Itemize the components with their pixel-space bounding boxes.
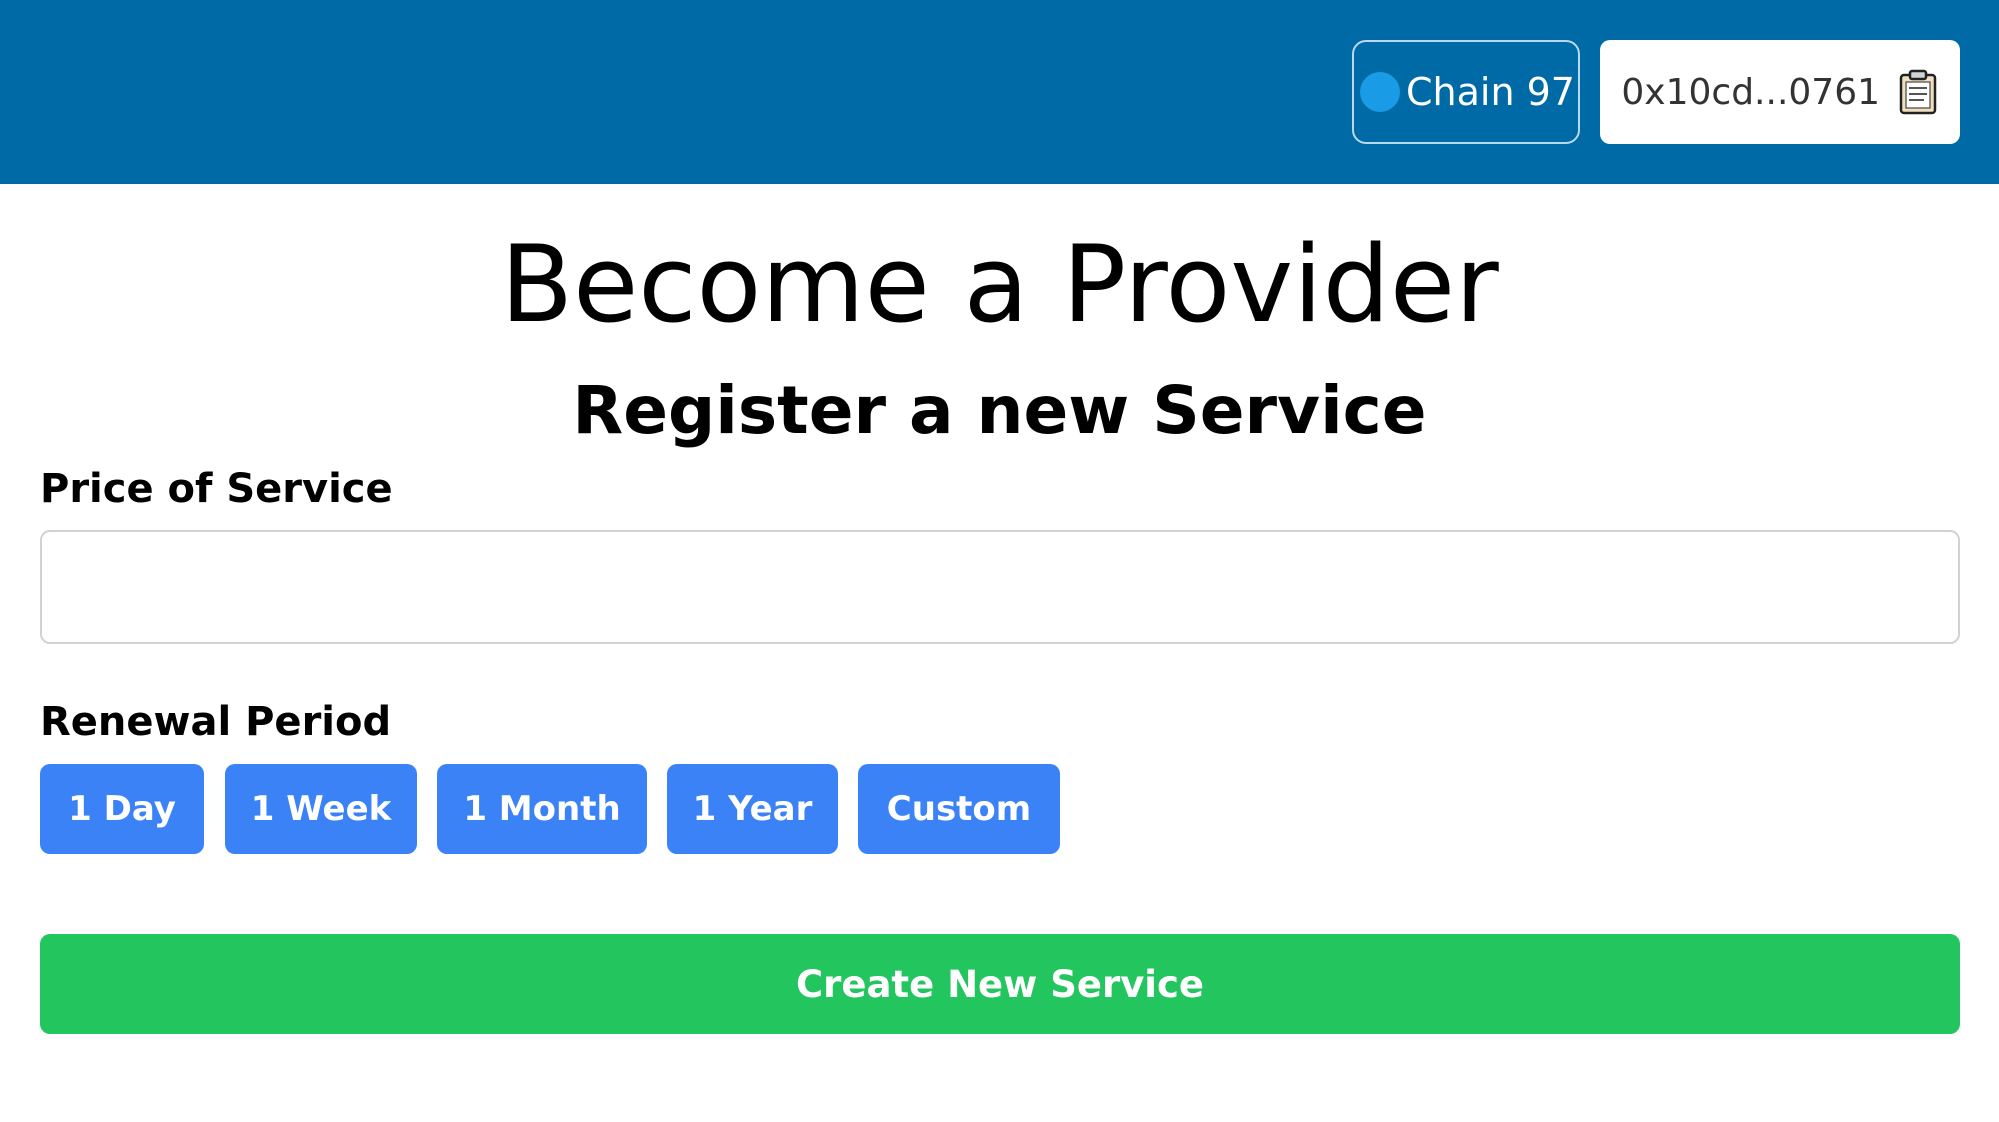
chain-label: Chain 97: [1406, 70, 1575, 114]
network-dot-icon: [1360, 72, 1400, 112]
renewal-1-week-button[interactable]: 1 Week: [225, 764, 417, 854]
page-title: Become a Provider: [500, 223, 1499, 346]
clipboard-icon[interactable]: [1898, 69, 1938, 115]
renewal-1-month-button[interactable]: 1 Month: [437, 764, 647, 854]
wallet-address: 0x10cd...0761: [1621, 71, 1880, 113]
chain-selector-button[interactable]: Chain 97: [1352, 40, 1580, 144]
top-nav-bar: Chain 97 0x10cd...0761: [0, 0, 1999, 184]
wallet-account-button[interactable]: 0x10cd...0761: [1600, 40, 1960, 144]
renewal-custom-button[interactable]: Custom: [858, 764, 1060, 854]
create-service-button[interactable]: Create New Service: [40, 934, 1960, 1034]
renewal-1-day-button[interactable]: 1 Day: [40, 764, 204, 854]
renewal-period-label: Renewal Period: [40, 699, 392, 745]
price-label: Price of Service: [40, 466, 393, 512]
price-input[interactable]: [40, 530, 1960, 644]
renewal-1-year-button[interactable]: 1 Year: [667, 764, 838, 854]
page-subtitle: Register a new Service: [572, 372, 1427, 449]
